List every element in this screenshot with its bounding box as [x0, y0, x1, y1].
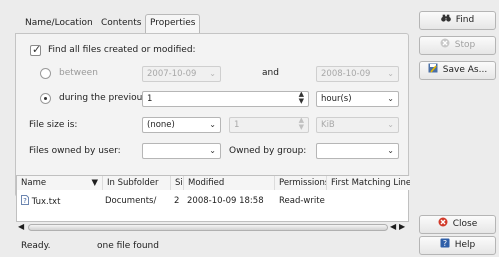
- column-label: Size: [175, 178, 183, 188]
- date-value: 2008-10-09: [321, 69, 371, 79]
- owner-user-combo[interactable]: ⌄: [142, 143, 221, 159]
- cell-first-line: [329, 195, 409, 208]
- previous-radio[interactable]: [40, 93, 51, 104]
- previous-amount-spinbox[interactable]: 1 ▲ ▼: [142, 91, 309, 107]
- find-label: Find: [455, 15, 475, 25]
- stop-icon: [440, 38, 450, 48]
- tab-properties[interactable]: Properties: [145, 14, 201, 34]
- svg-text:?: ?: [443, 239, 447, 248]
- tab-label: Name/Location: [25, 18, 93, 28]
- column-header-name[interactable]: Name ▼: [17, 176, 103, 190]
- size-mode-value: (none): [147, 120, 175, 130]
- unit-value: hour(s): [321, 94, 352, 104]
- column-label: First Matching Line: [331, 178, 410, 188]
- file-size-spinbox[interactable]: 1 ▲ ▼: [229, 117, 309, 133]
- results-table: Name ▼ In Subfolder Size Modified Permiss…: [16, 175, 410, 222]
- between-from-date[interactable]: 2007-10-09 ⌄: [142, 66, 221, 82]
- chevron-down-icon: ⌄: [209, 69, 216, 78]
- help-label: Help: [454, 240, 476, 250]
- checkmark-icon: ✓: [32, 43, 42, 56]
- chevron-down-icon: ⌄: [209, 146, 216, 155]
- column-header-first-line[interactable]: First Matching Line: [327, 176, 410, 190]
- properties-panel: [15, 33, 409, 197]
- find-modified-label: Find all files created or modified:: [48, 45, 196, 55]
- previous-unit-select[interactable]: hour(s) ⌄: [316, 91, 399, 107]
- stop-button[interactable]: Stop: [419, 36, 496, 55]
- results-count: one file found: [97, 241, 159, 251]
- find-button[interactable]: Find: [419, 11, 496, 30]
- table-row[interactable]: ? Tux.txt: [21, 195, 103, 208]
- save-icon: [428, 63, 438, 73]
- help-button[interactable]: ? Help: [419, 236, 496, 255]
- spin-value: 1: [147, 94, 153, 104]
- spin-arrows-icon: ▲ ▼: [298, 91, 304, 105]
- chevron-down-icon: ⌄: [387, 94, 394, 103]
- binoculars-icon: [440, 14, 451, 22]
- file-size-unit-select[interactable]: KiB ⌄: [316, 117, 399, 133]
- column-header-subfolder[interactable]: In Subfolder: [103, 176, 171, 190]
- between-radio[interactable]: [40, 68, 51, 79]
- text-file-icon: ?: [21, 195, 29, 205]
- column-header-modified[interactable]: Modified: [184, 176, 275, 190]
- chevron-down-icon: ⌄: [387, 120, 394, 129]
- find-modified-checkbox[interactable]: ✓: [30, 43, 42, 56]
- svg-text:?: ?: [23, 197, 27, 205]
- cell-name: Tux.txt: [31, 197, 61, 207]
- column-label: Permissions: [279, 178, 327, 188]
- cell-subfolder: Documents/: [105, 196, 157, 206]
- status-text: Ready.: [21, 241, 51, 251]
- tab-name-location[interactable]: Name/Location: [21, 15, 97, 33]
- chevron-down-icon: ⌄: [387, 146, 394, 155]
- between-label: between: [59, 68, 98, 78]
- file-size-label: File size is:: [29, 120, 78, 130]
- date-value: 2007-10-09: [147, 69, 197, 79]
- stop-label: Stop: [454, 40, 476, 50]
- owned-by-user-label: Files owned by user:: [29, 146, 121, 156]
- cell-size: 2: [174, 196, 180, 206]
- help-icon: ?: [440, 238, 450, 248]
- previous-label: during the previous: [59, 93, 148, 103]
- sort-arrow-icon: ▼: [91, 178, 98, 188]
- close-icon: [438, 217, 448, 227]
- spin-value: 1: [234, 120, 240, 130]
- column-label: In Subfolder: [107, 178, 159, 188]
- close-label: Close: [452, 219, 478, 229]
- scroll-left-icon[interactable]: ◀: [390, 222, 396, 231]
- scrollbar-thumb[interactable]: [28, 224, 388, 231]
- horizontal-scrollbar[interactable]: ◀ ◀ ▶: [16, 222, 409, 233]
- between-to-date[interactable]: 2008-10-09 ⌄: [316, 66, 399, 82]
- save-as-button[interactable]: Save As...: [419, 61, 496, 80]
- tab-label: Properties: [150, 18, 196, 28]
- spin-arrows-icon: ▲ ▼: [298, 117, 304, 131]
- tab-contents[interactable]: Contents: [97, 15, 145, 33]
- column-label: Modified: [188, 178, 225, 188]
- column-header-size[interactable]: Size: [171, 176, 184, 190]
- cell-permissions: Read-write: [279, 196, 325, 206]
- tab-label: Contents: [101, 18, 142, 28]
- scroll-right-icon[interactable]: ▶: [399, 222, 405, 231]
- column-label: Name: [21, 178, 47, 188]
- cell-modified: 2008-10-09 18:58: [187, 196, 264, 206]
- chevron-down-icon: ⌄: [209, 120, 216, 129]
- owned-by-group-label: Owned by group:: [229, 146, 307, 156]
- owner-group-combo[interactable]: ⌄: [316, 143, 399, 159]
- chevron-down-icon: ⌄: [387, 69, 394, 78]
- unit-value: KiB: [321, 120, 335, 130]
- column-header-permissions[interactable]: Permissions: [275, 176, 327, 190]
- file-size-mode-select[interactable]: (none) ⌄: [142, 117, 221, 133]
- save-as-label: Save As...: [442, 65, 488, 75]
- close-button[interactable]: Close: [419, 215, 496, 234]
- and-label: and: [262, 68, 279, 78]
- scroll-left-icon[interactable]: ◀: [18, 222, 24, 231]
